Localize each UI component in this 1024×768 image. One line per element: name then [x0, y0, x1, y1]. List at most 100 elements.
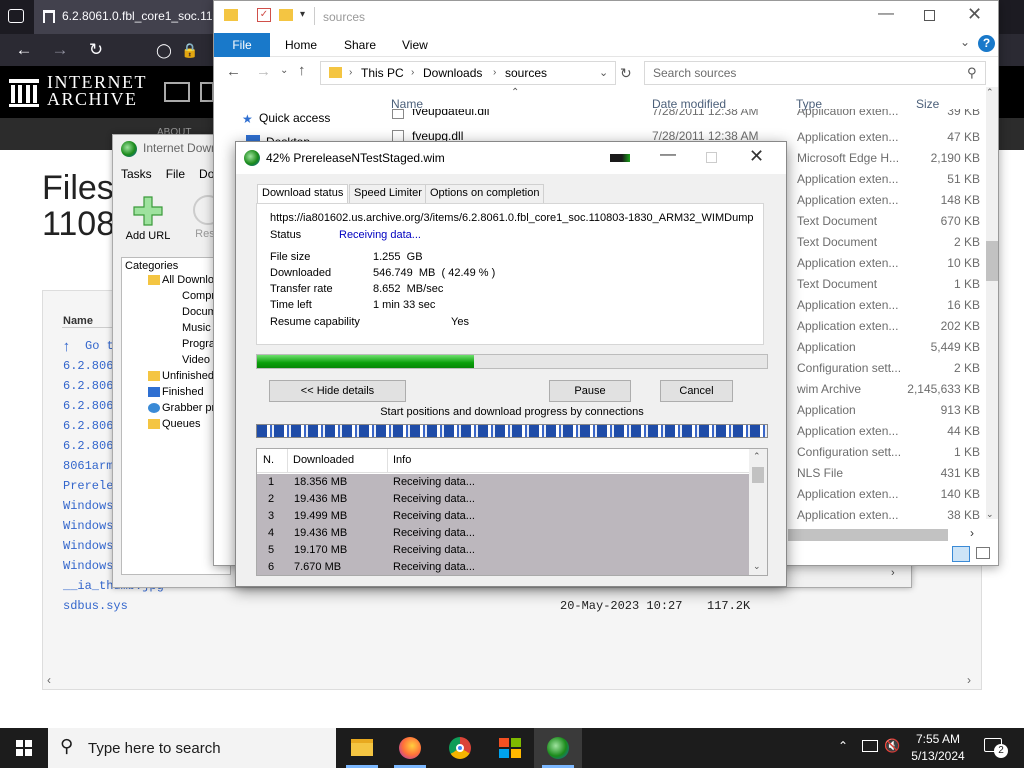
- category-compressed[interactable]: Compr: [182, 290, 215, 302]
- maximize-icon[interactable]: [706, 152, 717, 163]
- dialog-title: 42% PrereleaseNTestStaged.wim: [266, 151, 445, 165]
- idm-taskbar-button[interactable]: [534, 728, 582, 768]
- connection-row[interactable]: 1 18.356 MB Receiving data...: [257, 474, 749, 491]
- up-arrow-icon[interactable]: ↑: [62, 339, 71, 356]
- tab-options-on-completion[interactable]: Options on completion: [425, 184, 545, 204]
- connection-row[interactable]: 5 19.170 MB Receiving data...: [257, 542, 749, 559]
- resume-capability-value: Yes: [451, 316, 469, 328]
- file-link[interactable]: Windows: [63, 539, 113, 553]
- close-icon[interactable]: ✕: [749, 146, 764, 167]
- connection-row[interactable]: 6 7.670 MB Receiving data...: [257, 559, 749, 575]
- category-all-downloads[interactable]: All Downlo: [162, 274, 214, 286]
- file-size: 39 KB: [947, 109, 980, 118]
- file-link[interactable]: 6.2.806: [63, 439, 113, 453]
- network-icon[interactable]: [862, 740, 878, 752]
- ia-wordmark[interactable]: INTERNET ARCHIVE: [47, 73, 147, 108]
- file-link[interactable]: 6.2.806: [63, 399, 113, 413]
- browser-tab[interactable]: 6.2.8061.0.fbl_core1_soc.1108: [34, 0, 224, 34]
- scroll-up-icon[interactable]: ⌃: [986, 87, 994, 98]
- scrollbar-thumb[interactable]: [752, 467, 764, 483]
- details-view-icon[interactable]: [952, 546, 970, 562]
- category-music[interactable]: Music: [182, 322, 211, 334]
- connection-row[interactable]: 2 19.436 MB Receiving data...: [257, 491, 749, 508]
- category-grabber[interactable]: Grabber pr: [162, 402, 215, 414]
- queues-folder-icon: [148, 419, 160, 429]
- file-link[interactable]: Prerele: [63, 479, 113, 493]
- file-size: 10 KB: [947, 256, 980, 270]
- cancel-button[interactable]: Cancel: [660, 380, 733, 402]
- category-unfinished[interactable]: Unfinished: [162, 370, 214, 382]
- horizontal-scrollbar-thumb[interactable]: [788, 529, 948, 541]
- scroll-right-icon[interactable]: ›: [891, 567, 895, 579]
- menu-tasks[interactable]: Tasks: [121, 167, 152, 181]
- store-taskbar-button[interactable]: [486, 728, 534, 768]
- texts-icon[interactable]: [200, 82, 214, 102]
- connection-row[interactable]: 3 19.499 MB Receiving data...: [257, 508, 749, 525]
- large-icons-view-icon[interactable]: [976, 547, 990, 559]
- vertical-scrollbar[interactable]: [986, 87, 998, 519]
- scrollbar-thumb[interactable]: [986, 241, 998, 281]
- file-link[interactable]: 6.2.806: [63, 419, 113, 433]
- firefox-taskbar-button[interactable]: [386, 728, 434, 768]
- connections-rows: 1 18.356 MB Receiving data... 2 19.436 MB Rec…: [257, 449, 749, 575]
- menu-file[interactable]: File: [166, 167, 185, 181]
- download-url: https://ia801602.us.archive.org/3/items/…: [270, 212, 754, 224]
- download-progress-fill: [257, 355, 474, 368]
- add-icon: [133, 196, 163, 226]
- tab-list-icon[interactable]: [8, 9, 24, 23]
- file-link[interactable]: 6.2.806: [63, 379, 113, 393]
- category-programs[interactable]: Progra: [182, 338, 215, 350]
- file-explorer-taskbar-button[interactable]: [338, 728, 386, 768]
- scroll-up-icon[interactable]: ⌃: [753, 451, 761, 462]
- category-video[interactable]: Video: [182, 354, 210, 366]
- conn-number: 4: [268, 527, 275, 539]
- file-size: 2 KB: [953, 361, 980, 375]
- taskbar-search-box[interactable]: ⚲ Type here to search: [48, 728, 336, 768]
- tab-speed-limiter[interactable]: Speed Limiter: [349, 184, 427, 204]
- clock-date: 5/13/2024: [911, 749, 965, 763]
- taskbar-clock[interactable]: 7:55 AM 5/13/2024: [898, 731, 978, 765]
- category-queues[interactable]: Queues: [162, 418, 201, 430]
- chrome-taskbar-button[interactable]: [436, 728, 484, 768]
- file-size: 117.2K: [707, 599, 751, 613]
- connection-row[interactable]: 4 19.436 MB Receiving data...: [257, 525, 749, 542]
- scroll-left-icon[interactable]: ‹: [47, 673, 51, 687]
- idm-window-title: Internet Down: [143, 141, 218, 155]
- forward-icon[interactable]: →: [48, 38, 72, 62]
- hide-details-button[interactable]: << Hide details: [269, 380, 406, 402]
- download-progress-dialog: 42% PrereleaseNTestStaged.wim — ✕ Downlo…: [235, 141, 787, 587]
- pause-button[interactable]: Pause: [549, 380, 631, 402]
- scroll-down-icon[interactable]: ⌄: [753, 561, 761, 572]
- scroll-right-icon[interactable]: ›: [967, 673, 971, 687]
- scroll-right-icon[interactable]: ›: [970, 526, 974, 540]
- shield-icon[interactable]: ◯: [152, 38, 176, 62]
- time-left-label: Time left: [270, 299, 312, 311]
- file-link[interactable]: 8061arm: [63, 459, 113, 473]
- ia-logo-icon[interactable]: [9, 76, 39, 108]
- tab-download-status[interactable]: Download status: [257, 184, 349, 204]
- folder-icon: [148, 371, 160, 381]
- back-icon[interactable]: ←: [12, 38, 36, 62]
- file-size: 2,145,633 KB: [907, 382, 980, 396]
- windows-start-icon[interactable]: [16, 740, 32, 756]
- conn-info: Receiving data...: [393, 561, 475, 573]
- minimize-icon[interactable]: —: [660, 146, 676, 164]
- file-link[interactable]: Windows: [63, 559, 113, 573]
- category-documents[interactable]: Docum: [182, 306, 217, 318]
- reload-icon[interactable]: ↻: [84, 38, 108, 62]
- conn-number: 3: [268, 510, 275, 522]
- add-url-button[interactable]: Add URL: [123, 195, 173, 242]
- lock-icon[interactable]: 🔒: [178, 38, 202, 62]
- show-hidden-icons-icon[interactable]: ⌃: [838, 739, 848, 753]
- category-finished[interactable]: Finished: [162, 386, 204, 398]
- name-column-header[interactable]: Name: [63, 315, 93, 327]
- file-link[interactable]: 6.2.806: [63, 359, 113, 373]
- file-link[interactable]: Windows: [63, 499, 113, 513]
- conn-number: 1: [268, 476, 275, 488]
- file-link[interactable]: sdbus.sys: [63, 599, 128, 613]
- web-icon[interactable]: [164, 82, 190, 102]
- scroll-down-icon[interactable]: ⌄: [986, 509, 994, 520]
- file-link[interactable]: Windows: [63, 519, 113, 533]
- notification-center-button[interactable]: 2: [984, 736, 1008, 758]
- file-type: Text Document: [797, 235, 878, 249]
